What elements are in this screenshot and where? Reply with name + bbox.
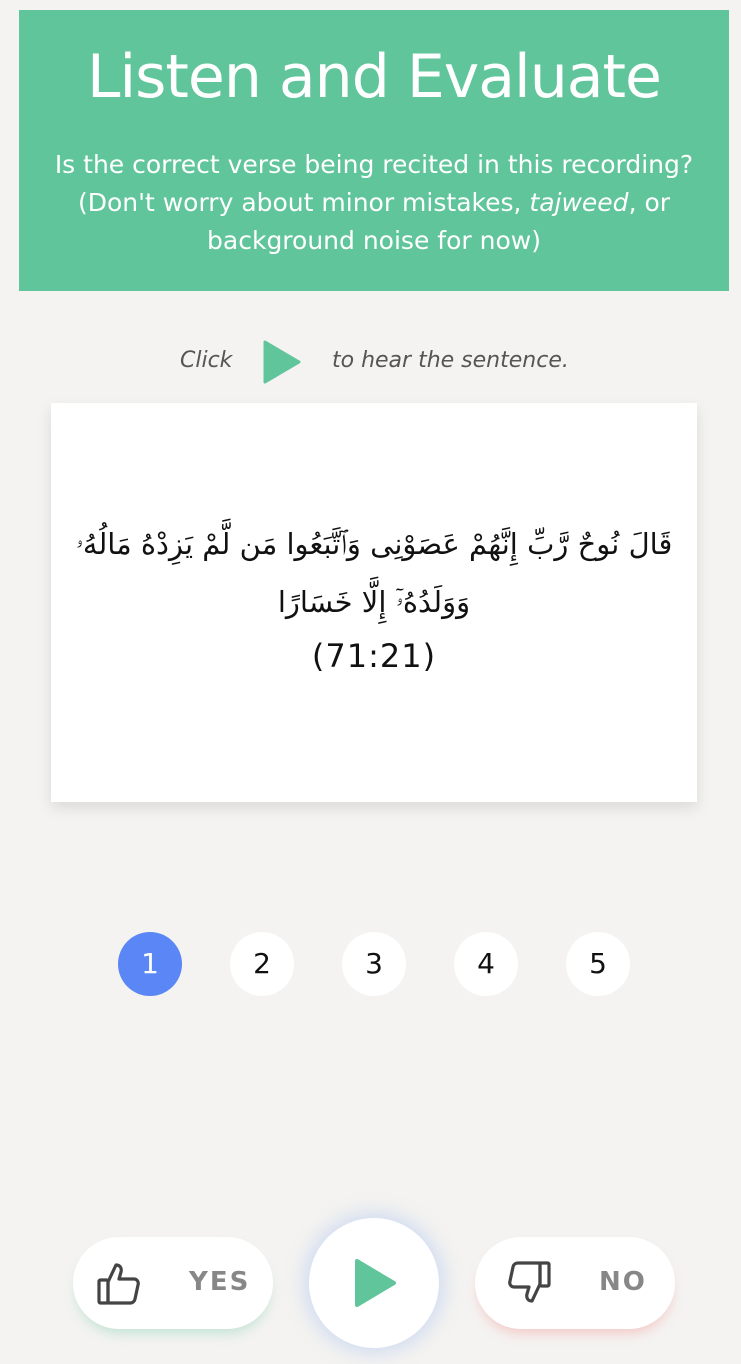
header-banner: Listen and Evaluate Is the correct verse… [19,10,729,291]
hint-click-label: Click [180,348,233,373]
play-icon [262,340,302,384]
page-1-button[interactable]: 1 [118,932,182,996]
page-title: Listen and Evaluate [87,42,662,112]
play-icon [355,1259,396,1307]
page-2-button[interactable]: 2 [230,932,294,996]
verse-arabic-text: قَالَ نُوحٌ رَّبِّ إِنَّهُمْ عَصَوْنِى و… [75,527,673,619]
hint-rest-label: to hear the sentence. [332,348,569,373]
no-button[interactable]: NO [475,1237,675,1329]
instructions-text: Is the correct verse being recited in th… [43,146,705,260]
thumbs-down-icon [505,1259,553,1307]
yes-button[interactable]: YES [73,1237,273,1329]
page-5-button[interactable]: 5 [566,932,630,996]
instructions-emphasis: tajweed [529,188,629,217]
no-label: NO [599,1267,647,1297]
play-recording-button[interactable] [309,1218,439,1348]
page-3-button[interactable]: 3 [342,932,406,996]
recording-pagination: 1 2 3 4 5 [0,932,741,996]
verse-reference: (71:21) [311,637,437,675]
page-4-button[interactable]: 4 [454,932,518,996]
play-hint: Click to hear the sentence. [0,340,741,384]
yes-label: YES [189,1267,251,1297]
thumbs-up-icon [95,1259,143,1307]
verse-card: قَالَ نُوحٌ رَّبِّ إِنَّهُمْ عَصَوْنِى و… [51,403,697,802]
